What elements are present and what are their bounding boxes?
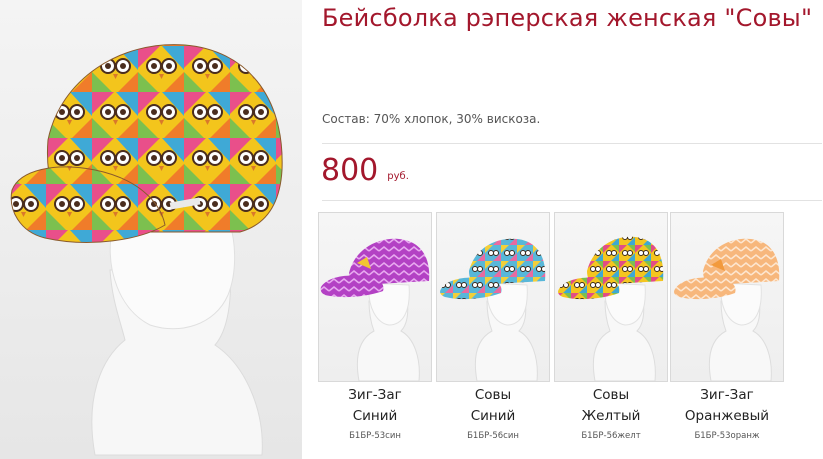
variant-item[interactable]: Зиг-Заг Оранжевый Б1БР-53оранж	[670, 212, 784, 441]
variant-sku: Б1БР-53оранж	[694, 431, 760, 441]
price-currency: руб.	[387, 171, 409, 182]
variant-sku: Б1БР-56син	[467, 431, 519, 441]
variant-sku: Б1БР-56желт	[581, 431, 641, 441]
variant-name[interactable]: Зиг-Заг Синий	[318, 385, 432, 427]
price-block: 800 руб.	[321, 154, 409, 188]
variant-name[interactable]: Совы Желтый	[554, 385, 668, 427]
main-product-photo	[0, 0, 302, 459]
variant-thumbnail[interactable]	[318, 212, 432, 382]
product-composition: Состав: 70% хлопок, 30% вискоза.	[322, 112, 541, 126]
variant-name-line2: Синий	[470, 408, 516, 424]
variant-name-line1: Зиг-Заг	[348, 387, 402, 403]
variant-thumbnail[interactable]	[554, 212, 668, 382]
variant-thumbnail[interactable]	[670, 212, 784, 382]
variant-name-line2: Желтый	[581, 408, 641, 424]
variant-item[interactable]: Зиг-Заг Синий Б1БР-53син	[318, 212, 432, 441]
product-title: Бейсболка рэперская женская "Совы"	[322, 4, 813, 32]
variant-name[interactable]: Совы Синий	[436, 385, 550, 427]
variant-thumbnail[interactable]	[436, 212, 550, 382]
price-value: 800	[321, 153, 379, 188]
divider-top	[322, 143, 822, 144]
variant-item[interactable]: Совы Синий Б1БР-56син	[436, 212, 550, 441]
variant-name-line2: Синий	[352, 408, 398, 424]
variant-name-line2: Оранжевый	[684, 408, 770, 424]
variant-name[interactable]: Зиг-Заг Оранжевый	[670, 385, 784, 427]
variant-name-line1: Зиг-Заг	[700, 387, 754, 403]
variant-item[interactable]: Совы Желтый Б1БР-56желт	[554, 212, 668, 441]
variant-sku: Б1БР-53син	[349, 431, 401, 441]
variant-name-line1: Совы	[474, 387, 512, 403]
divider-bottom	[322, 200, 822, 201]
variant-name-line1: Совы	[592, 387, 630, 403]
